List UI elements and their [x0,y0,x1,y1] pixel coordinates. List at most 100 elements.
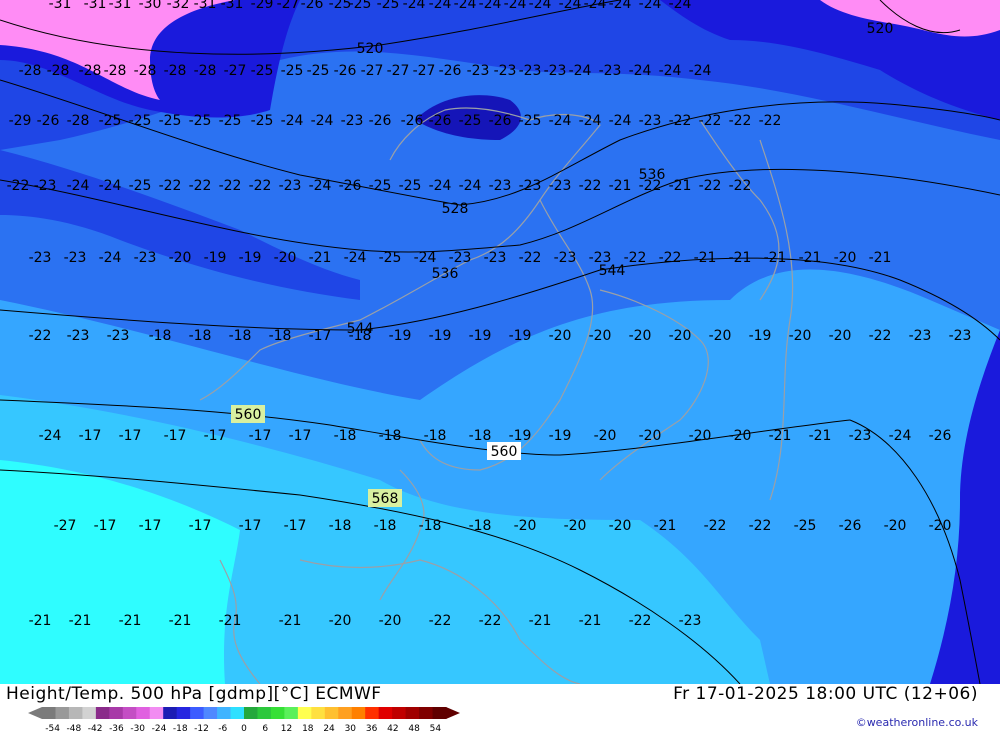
temperature-label: -25 [99,113,122,129]
temperature-label: -25 [349,0,372,12]
temperature-label: -17 [164,428,187,444]
temperature-label: -20 [169,250,192,266]
temperature-label: -17 [239,518,262,534]
temperature-label: -23 [279,178,302,194]
temperature-label: -20 [789,328,812,344]
temperature-label: -27 [277,0,300,12]
temperature-label: -17 [94,518,117,534]
temperature-label: -23 [341,113,364,129]
temperature-label: -30 [139,0,162,12]
temperature-label: -19 [509,428,532,444]
temperature-label: -17 [204,428,227,444]
temperature-label: -28 [194,63,217,79]
temperature-label: -23 [489,178,512,194]
legend-swatch [55,707,70,719]
legend-tick-label: -12 [194,724,209,733]
legend-swatch [190,707,205,719]
legend-max-arrow [446,707,460,719]
temperature-label: -22 [7,178,30,194]
temperature-label: -23 [639,113,662,129]
temperature-label: -20 [929,518,952,534]
temperature-label: -21 [169,613,192,629]
temperature-label: -25 [251,113,274,129]
temperature-label: -24 [99,178,122,194]
temperature-label: -23 [467,63,490,79]
temperature-label: -22 [869,328,892,344]
temperature-label: -20 [669,328,692,344]
temperature-label: -28 [134,63,157,79]
temperature-label: -20 [564,518,587,534]
legend-swatch [338,707,353,719]
height-label-text: 560 [235,407,262,423]
temperature-label: -24 [569,63,592,79]
valid-time: Fr 17-01-2025 18:00 UTC (12+06) [673,684,978,704]
temperature-label: -24 [629,63,652,79]
temperature-label: -23 [64,250,87,266]
legend-tick-label: 48 [408,724,420,733]
color-scale-legend: -54 -48 -42 -36 -30 -24 -18 -12 -6 0 6 12 18 24 30 36 42… [28,707,460,733]
temperature-label: -25 [519,113,542,129]
temperature-label: -23 [484,250,507,266]
temperature-label: -26 [301,0,324,12]
legend-swatch [311,707,326,719]
temperature-label: -22 [189,178,212,194]
temperature-label: -22 [729,178,752,194]
height-label: 528 [442,201,469,217]
legend-swatch [95,707,110,719]
legend-tick-label: 0 [241,724,247,733]
credit-link[interactable]: ©weatheronline.co.uk [856,716,978,729]
temperature-label: -29 [9,113,32,129]
temperature-label: -17 [309,328,332,344]
temperature-label: -21 [799,250,822,266]
temperature-label: -24 [403,0,426,12]
temperature-label: -22 [659,250,682,266]
temperature-label: -27 [413,63,436,79]
temperature-label: -23 [544,63,567,79]
legend-tick-label: 6 [262,724,268,733]
temperature-label: -22 [159,178,182,194]
temperature-label: -21 [764,250,787,266]
temperature-label: -21 [729,250,752,266]
legend-tick-label: -54 [45,724,60,733]
temperature-label: -22 [219,178,242,194]
temperature-label: -22 [759,113,782,129]
temperature-label: -24 [549,113,572,129]
temperature-label: -21 [694,250,717,266]
temperature-label: -21 [279,613,302,629]
temperature-label: -21 [809,428,832,444]
legend-tick-label: 30 [345,724,357,733]
temperature-label: -18 [269,328,292,344]
temperature-label: -21 [29,613,52,629]
legend-tick-label: -36 [109,724,124,733]
height-label: 520 [867,21,894,37]
temperature-label: -23 [549,178,572,194]
temperature-label: -18 [229,328,252,344]
legend-tick-label: -6 [218,724,227,733]
temperature-label: -19 [509,328,532,344]
temperature-label: -24 [579,113,602,129]
temperature-label: -24 [67,178,90,194]
height-label: 520 [357,41,384,57]
temperature-label: -17 [139,518,162,534]
temperature-label: -22 [749,518,772,534]
legend-swatch [432,707,447,719]
height-label-text: 528 [442,201,469,217]
temperature-label: -21 [609,178,632,194]
temperature-label: -21 [869,250,892,266]
temperature-label: -26 [929,428,952,444]
temperature-label: -25 [281,63,304,79]
temperature-label: -18 [189,328,212,344]
temperature-label: -23 [29,250,52,266]
temperature-label: -22 [704,518,727,534]
legend-swatch [378,707,393,719]
temperature-label: -24 [504,0,527,12]
temperature-label: -21 [579,613,602,629]
temperature-label: -23 [494,63,517,79]
temperature-label: -22 [699,113,722,129]
legend-swatch [163,707,178,719]
legend-tick-label: 24 [323,724,335,733]
temperature-label: -21 [119,613,142,629]
temperature-label: -20 [689,428,712,444]
temperature-label: -18 [419,518,442,534]
legend-swatch [297,707,312,719]
